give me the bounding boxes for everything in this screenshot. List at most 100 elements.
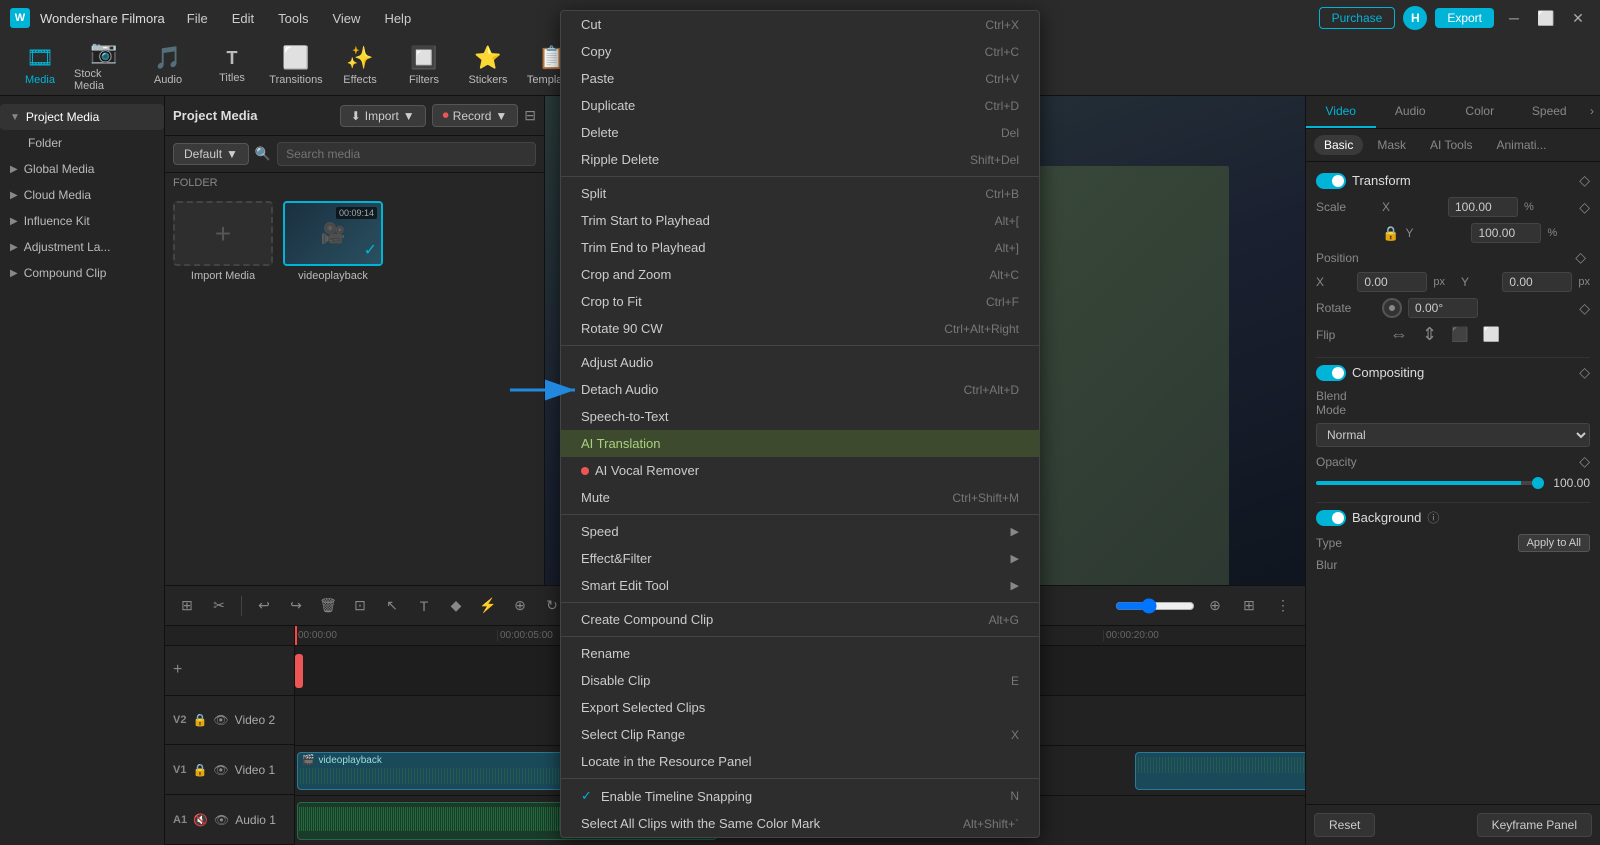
tl-redo-icon[interactable]: ↪ xyxy=(282,592,310,620)
position-keyframe-icon[interactable]: ◇ xyxy=(1575,249,1586,266)
ctx-cut[interactable]: Cut Ctrl+X xyxy=(561,11,1039,38)
scale-x-input[interactable] xyxy=(1448,197,1518,217)
flip-horizontal-icon[interactable]: ⇔ xyxy=(1390,324,1408,345)
tab-video[interactable]: Video xyxy=(1306,96,1376,128)
tab-more[interactable]: › xyxy=(1584,96,1600,128)
flip-icon3[interactable]: ⬛ xyxy=(1451,326,1468,343)
sidebar-item-global-media[interactable]: ▶ Global Media xyxy=(0,156,164,182)
menu-view[interactable]: View xyxy=(320,7,372,30)
import-media-button[interactable]: + xyxy=(173,201,273,266)
opacity-slider[interactable] xyxy=(1316,481,1544,485)
track-v1-visible-icon[interactable]: 👁 xyxy=(213,763,228,777)
ctx-duplicate[interactable]: Duplicate Ctrl+D xyxy=(561,92,1039,119)
tab-audio[interactable]: Audio xyxy=(1376,96,1446,128)
videoplayback-item[interactable]: 🎥 00:09:14 ✓ videoplayback xyxy=(283,201,383,282)
sub-tab-mask[interactable]: Mask xyxy=(1367,135,1416,155)
import-dropdown-icon[interactable]: ▼ xyxy=(403,109,415,123)
reset-button[interactable]: Reset xyxy=(1314,813,1375,837)
ctx-paste[interactable]: Paste Ctrl+V xyxy=(561,65,1039,92)
flip-icon4[interactable]: ⬜ xyxy=(1483,326,1500,343)
blend-mode-select[interactable]: Normal Multiply Screen xyxy=(1316,423,1590,447)
playhead[interactable] xyxy=(295,626,297,645)
tl-undo-icon[interactable]: ↩ xyxy=(250,592,278,620)
scale-y-input[interactable] xyxy=(1471,223,1541,243)
background-toggle[interactable] xyxy=(1316,510,1346,526)
tab-color[interactable]: Color xyxy=(1445,96,1515,128)
close-button[interactable]: ✕ xyxy=(1566,6,1590,30)
minimize-button[interactable]: ─ xyxy=(1502,6,1526,30)
ctx-trim-end[interactable]: Trim End to Playhead Alt+] xyxy=(561,234,1039,261)
background-info-icon[interactable]: ⓘ xyxy=(1427,509,1439,526)
track-v2-visible-icon[interactable]: 👁 xyxy=(213,713,228,727)
ctx-export-clips[interactable]: Export Selected Clips xyxy=(561,694,1039,721)
tl-more-icon[interactable]: ⋮ xyxy=(1269,592,1297,620)
ctx-effect-filter[interactable]: Effect&Filter ▶ xyxy=(561,545,1039,572)
opacity-keyframe-icon[interactable]: ◇ xyxy=(1579,453,1590,470)
sidebar-item-compound-clip[interactable]: ▶ Compound Clip xyxy=(0,260,164,286)
import-button[interactable]: ⬇ Import ▼ xyxy=(340,105,426,127)
ctx-smart-edit[interactable]: Smart Edit Tool ▶ xyxy=(561,572,1039,599)
menu-help[interactable]: Help xyxy=(372,7,423,30)
ctx-crop-zoom[interactable]: Crop and Zoom Alt+C xyxy=(561,261,1039,288)
ctx-select-range[interactable]: Select Clip Range X xyxy=(561,721,1039,748)
ctx-copy[interactable]: Copy Ctrl+C xyxy=(561,38,1039,65)
tl-layout-icon[interactable]: ⊞ xyxy=(1235,592,1263,620)
ctx-rename[interactable]: Rename xyxy=(561,640,1039,667)
ctx-delete[interactable]: Delete Del xyxy=(561,119,1039,146)
sidebar-item-cloud-media[interactable]: ▶ Cloud Media xyxy=(0,182,164,208)
ctx-crop-fit[interactable]: Crop to Fit Ctrl+F xyxy=(561,288,1039,315)
tl-cursor-icon[interactable]: ↖ xyxy=(378,592,406,620)
tab-speed[interactable]: Speed xyxy=(1515,96,1585,128)
transform-keyframe-icon[interactable]: ◇ xyxy=(1579,172,1590,189)
sidebar-item-adjustment-layer[interactable]: ▶ Adjustment La... xyxy=(0,234,164,260)
record-dropdown-icon[interactable]: ▼ xyxy=(495,109,507,123)
ctx-rotate-cw[interactable]: Rotate 90 CW Ctrl+Alt+Right xyxy=(561,315,1039,342)
add-track-icon[interactable]: + xyxy=(173,661,182,679)
ctx-ripple-delete[interactable]: Ripple Delete Shift+Del xyxy=(561,146,1039,173)
tool-stock-media[interactable]: 📷 Stock Media xyxy=(74,39,134,93)
ctx-ai-vocal-remover[interactable]: AI Vocal Remover xyxy=(561,457,1039,484)
tool-effects[interactable]: ✨ Effects xyxy=(330,39,390,93)
tool-titles[interactable]: T Titles xyxy=(202,39,262,93)
ctx-speech-to-text[interactable]: Speech-to-Text xyxy=(561,403,1039,430)
track-a1-visible-icon[interactable]: 👁 xyxy=(214,813,229,827)
tl-snap-icon[interactable]: ⊞ xyxy=(173,592,201,620)
ctx-detach-audio[interactable]: Detach Audio Ctrl+Alt+D xyxy=(561,376,1039,403)
compositing-keyframe-icon[interactable]: ◇ xyxy=(1579,364,1590,381)
menu-file[interactable]: File xyxy=(175,7,220,30)
keyframe-panel-button[interactable]: Keyframe Panel xyxy=(1477,813,1592,837)
rotate-input[interactable] xyxy=(1408,298,1478,318)
search-input[interactable] xyxy=(277,142,536,166)
export-button[interactable]: Export xyxy=(1435,8,1494,28)
ctx-adjust-audio[interactable]: Adjust Audio xyxy=(561,349,1039,376)
ctx-enable-snapping[interactable]: ✓ Enable Timeline Snapping N xyxy=(561,782,1039,810)
tl-speed-icon[interactable]: ⚡ xyxy=(474,592,502,620)
compositing-toggle[interactable] xyxy=(1316,365,1346,381)
tool-audio[interactable]: 🎵 Audio xyxy=(138,39,198,93)
flip-vertical-icon[interactable]: ⇕ xyxy=(1422,324,1437,345)
position-y-input[interactable] xyxy=(1502,272,1572,292)
maximize-button[interactable]: ⬜ xyxy=(1534,6,1558,30)
record-button[interactable]: ⏺ Record ▼ xyxy=(432,104,519,127)
ctx-select-color-mark[interactable]: Select All Clips with the Same Color Mar… xyxy=(561,810,1039,837)
ctx-speed[interactable]: Speed ▶ xyxy=(561,518,1039,545)
timeline-zoom-slider[interactable] xyxy=(1115,598,1195,614)
purchase-button[interactable]: Purchase xyxy=(1319,7,1396,29)
tl-magnet-icon[interactable]: ⊕ xyxy=(506,592,534,620)
rotate-wheel[interactable] xyxy=(1382,298,1402,318)
tl-split-icon[interactable]: ✂ xyxy=(205,592,233,620)
sidebar-item-influence-kit[interactable]: ▶ Influence Kit xyxy=(0,208,164,234)
sub-tab-ai-tools[interactable]: AI Tools xyxy=(1420,135,1482,155)
sub-tab-animati[interactable]: Animati... xyxy=(1486,135,1556,155)
sidebar-item-folder[interactable]: Folder xyxy=(0,130,164,156)
tl-zoom-in-icon[interactable]: ⊕ xyxy=(1201,592,1229,620)
user-avatar[interactable]: H xyxy=(1403,6,1427,30)
track-v2-lock-icon[interactable]: 🔒 xyxy=(192,713,207,727)
videoplayback-thumb[interactable]: 🎥 00:09:14 ✓ xyxy=(283,201,383,266)
tl-keyframe-icon[interactable]: ◆ xyxy=(442,592,470,620)
media-filter-icon[interactable]: ⊟ xyxy=(524,107,536,124)
menu-tools[interactable]: Tools xyxy=(266,7,320,30)
sub-tab-basic[interactable]: Basic xyxy=(1314,135,1363,155)
ctx-disable-clip[interactable]: Disable Clip E xyxy=(561,667,1039,694)
tool-filters[interactable]: 🔲 Filters xyxy=(394,39,454,93)
